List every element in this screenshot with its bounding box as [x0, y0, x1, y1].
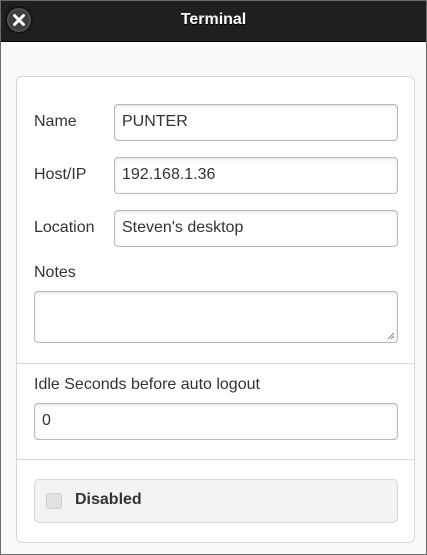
host-label: Host/IP — [34, 166, 87, 183]
disabled-label[interactable]: Disabled — [75, 491, 142, 509]
disabled-checkbox-row[interactable]: Disabled — [34, 479, 398, 523]
host-field[interactable]: 192.168.1.36 — [114, 157, 398, 194]
resize-grip-icon[interactable] — [387, 332, 395, 340]
dialog-title: Terminal — [180, 11, 247, 28]
disabled-checkbox[interactable] — [46, 493, 62, 509]
title-bar: Terminal — [1, 1, 426, 42]
notes-field[interactable] — [34, 291, 398, 343]
terminal-form: Name PUNTER Host/IP 192.168.1.36 Locatio… — [16, 76, 415, 543]
name-label: Name — [34, 113, 77, 130]
idle-seconds-field[interactable]: 0 — [34, 403, 398, 440]
section-divider — [17, 363, 414, 364]
terminal-dialog: Terminal Name PUNTER Host/IP 192.168.1.3… — [0, 0, 427, 555]
location-label: Location — [34, 219, 95, 236]
notes-label: Notes — [34, 264, 76, 281]
idle-label: Idle Seconds before auto logout — [34, 376, 260, 393]
section-divider — [17, 459, 414, 460]
name-field[interactable]: PUNTER — [114, 104, 398, 141]
location-field[interactable]: Steven's desktop — [114, 210, 398, 247]
